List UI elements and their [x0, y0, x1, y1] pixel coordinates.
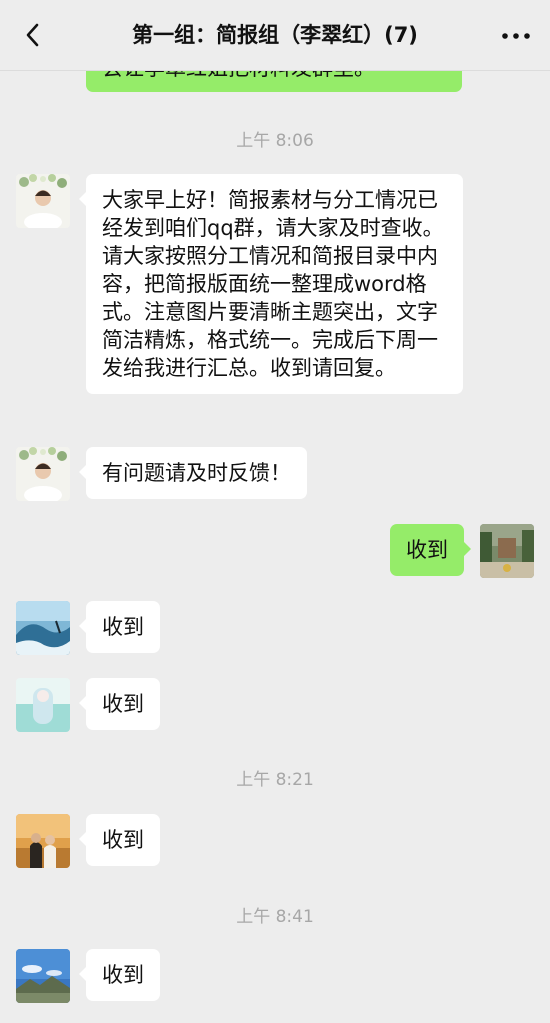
avatar[interactable]: [16, 678, 70, 732]
avatar-woman-floral-image: [16, 447, 70, 501]
message-bubble-incoming[interactable]: 收到: [79, 678, 160, 730]
message-bubble-incoming[interactable]: 有问题请及时反馈！: [79, 447, 307, 499]
message-text: 有问题请及时反馈！: [102, 461, 291, 485]
timestamp: 上午 8:06: [236, 131, 314, 151]
message-text: 收到: [102, 963, 144, 987]
message-bubble-outgoing-partial[interactable]: 会让李翠红姐把材料发群里。: [86, 70, 462, 92]
chevron-left-icon[interactable]: [18, 20, 48, 50]
message-text: 收到: [102, 828, 144, 852]
avatar-mountain-sky-image: [16, 949, 70, 1003]
message-text: 收到: [102, 692, 144, 716]
avatar[interactable]: [16, 174, 70, 228]
message-bubble-incoming[interactable]: 收到: [79, 949, 160, 1001]
avatar[interactable]: [16, 447, 70, 501]
avatar-anime-girl-image: [16, 678, 70, 732]
message-bubble-incoming[interactable]: 大家早上好！简报素材与分工情况已经发到咱们qq群，请大家及时查收。请大家按照分工…: [79, 174, 463, 394]
timestamp: 上午 8:41: [236, 907, 314, 927]
message-text: 会让李翠红姐把材料发群里。: [102, 70, 375, 80]
avatar-couple-sunset-image: [16, 814, 70, 868]
message-bubble-outgoing[interactable]: 收到: [390, 524, 471, 576]
message-text: 收到: [406, 538, 448, 562]
avatar-garden-scene-image: [480, 524, 534, 578]
avatar[interactable]: [16, 814, 70, 868]
timestamp: 上午 8:21: [236, 770, 314, 790]
message-bubble-incoming[interactable]: 收到: [79, 814, 160, 866]
message-bubble-incoming[interactable]: 收到: [79, 601, 160, 653]
my-avatar[interactable]: [480, 524, 534, 578]
ellipsis-icon[interactable]: [500, 22, 532, 50]
chat-header: 第一组：简报组（李翠红）(7): [0, 0, 550, 71]
message-list[interactable]: 会让李翠红姐把材料发群里。 上午 8:06 大家早上好！简报素材与分工情况已经发…: [0, 70, 550, 1023]
message-text: 收到: [102, 615, 144, 639]
avatar-surfer-wave-image: [16, 601, 70, 655]
avatar[interactable]: [16, 949, 70, 1003]
avatar[interactable]: [16, 601, 70, 655]
avatar-woman-floral-image: [16, 174, 70, 228]
message-text: 大家早上好！简报素材与分工情况已经发到咱们qq群，请大家及时查收。请大家按照分工…: [102, 188, 444, 380]
chat-title: 第一组：简报组（李翠红）(7): [132, 23, 418, 47]
